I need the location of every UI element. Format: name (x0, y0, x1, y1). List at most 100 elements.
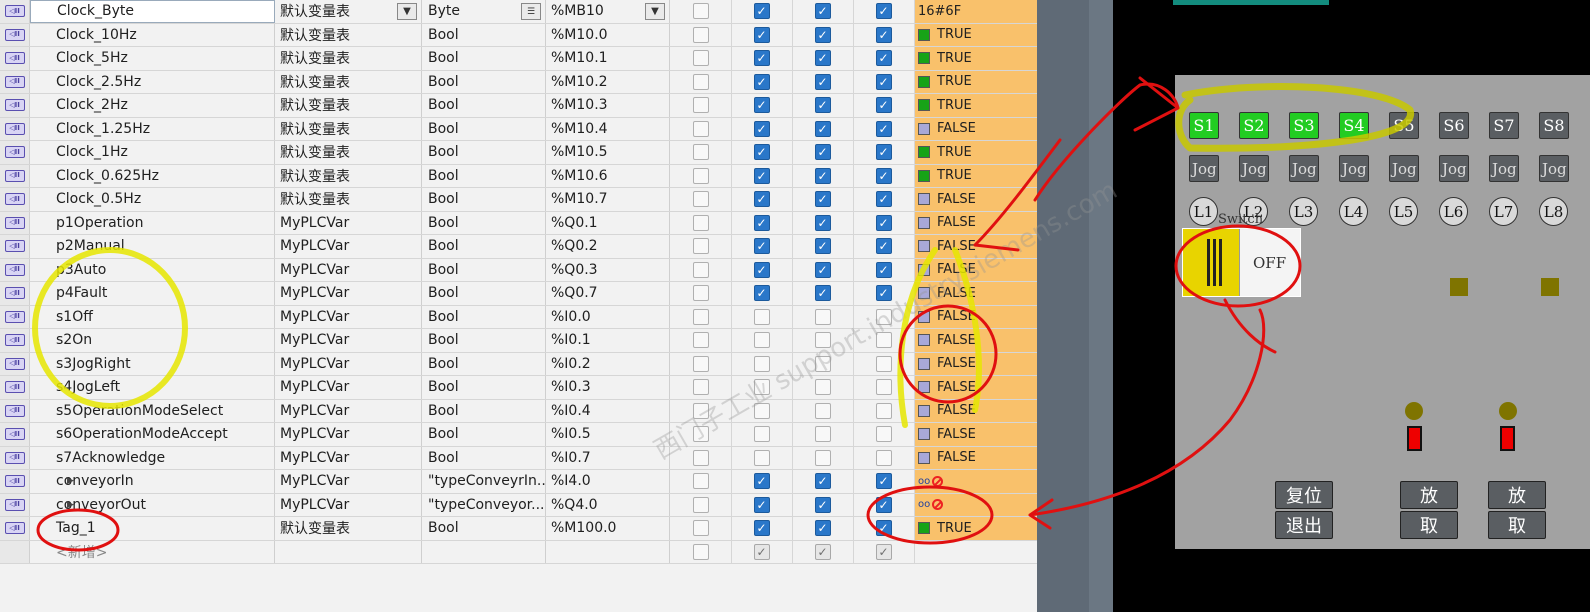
table-row[interactable]: ◁II ▶ conveyorOut MyPLCVar "typeConveyor...%… (0, 493, 1037, 517)
data-type-cell[interactable]: Bool (422, 446, 546, 469)
checkbox[interactable] (692, 543, 709, 560)
data-type-cell[interactable]: Bool (422, 23, 546, 46)
checkbox[interactable]: ✓ (875, 496, 892, 513)
checkbox[interactable]: ✓ (875, 26, 892, 43)
checkbox[interactable]: ✓ (875, 520, 892, 537)
address-cell[interactable]: %M10.1 (546, 47, 670, 70)
checkbox[interactable] (692, 73, 709, 90)
checkbox[interactable] (692, 120, 709, 137)
tag-table-cell[interactable]: MyPLCVar (275, 305, 422, 328)
tag-name-cell[interactable]: s7Acknowledge (30, 446, 275, 469)
data-type-cell[interactable]: Bool (422, 211, 546, 234)
data-type-cell[interactable]: Bool (422, 399, 546, 422)
checkbox[interactable]: ✓ (875, 238, 892, 255)
table-row-new[interactable]: <新增> ✓ ✓ ✓ (0, 540, 1037, 564)
tag-name-cell[interactable]: Clock_1Hz (30, 141, 275, 164)
checkbox[interactable]: ✓ (814, 543, 831, 560)
checkbox[interactable]: ✓ (875, 214, 892, 231)
checkbox[interactable]: ✓ (814, 261, 831, 278)
table-row[interactable]: ◁II s5OperationModeSelect MyPLCVar Bool %I0.… (0, 399, 1037, 423)
tag-table-cell[interactable]: 默认变量表 (275, 141, 422, 164)
data-type-cell[interactable]: Bool (422, 305, 546, 328)
data-type-cell[interactable]: Bool (422, 235, 546, 258)
dropdown-icon[interactable]: ▼ (645, 3, 665, 20)
tag-name-cell[interactable]: Clock_2.5Hz (30, 70, 275, 93)
data-type-cell[interactable]: Bool (422, 117, 546, 140)
address-cell[interactable]: %M10.6 (546, 164, 670, 187)
table-row[interactable]: ◁II s6OperationModeAccept MyPLCVar Bool %I0.… (0, 423, 1037, 447)
checkbox[interactable] (692, 261, 709, 278)
address-cell[interactable]: %I0.2 (546, 352, 670, 375)
checkbox[interactable]: ✓ (875, 120, 892, 137)
switch-button-s3[interactable]: S3 (1289, 112, 1319, 139)
address-cell[interactable]: %Q4.0 (546, 493, 670, 516)
switch-button-s6[interactable]: S6 (1439, 112, 1469, 139)
tag-table-cell[interactable]: MyPLCVar (275, 470, 422, 493)
table-row[interactable]: ◁II Tag_1 默认变量表 Bool %M100.0 ✓ ✓ ✓ TRUE (0, 517, 1037, 541)
jog-button[interactable]: Jog (1189, 155, 1219, 182)
data-type-cell[interactable]: Bool (422, 94, 546, 117)
checkbox[interactable]: ✓ (753, 120, 770, 137)
checkbox[interactable] (875, 355, 892, 372)
switch-button-s2[interactable]: S2 (1239, 112, 1269, 139)
tag-table-cell[interactable]: 默认变量表 (275, 47, 422, 70)
checkbox[interactable] (692, 238, 709, 255)
checkbox[interactable]: ✓ (875, 261, 892, 278)
checkbox[interactable] (692, 285, 709, 302)
table-row[interactable]: ◁II Clock_0.5Hz 默认变量表 Bool %M10.7 ✓ ✓ ✓ FALSE (0, 188, 1037, 212)
table-row[interactable]: ◁II Clock_Byte 默认变量表 ▼ Byte ☰ %MB10 ▼ ✓ ✓ ✓ 16#6F (0, 0, 1037, 24)
address-cell[interactable]: %M10.3 (546, 94, 670, 117)
checkbox[interactable] (692, 26, 709, 43)
control-button-bottom[interactable]: 退出 (1275, 511, 1333, 539)
address-cell[interactable]: %Q0.3 (546, 258, 670, 281)
splitter-bar[interactable] (1037, 0, 1089, 612)
jog-button[interactable]: Jog (1439, 155, 1469, 182)
checkbox[interactable]: ✓ (814, 473, 831, 490)
data-type-cell[interactable]: Bool (422, 282, 546, 305)
checkbox[interactable]: ✓ (814, 73, 831, 90)
checkbox[interactable]: ✓ (753, 473, 770, 490)
tag-name-cell[interactable]: s3JogRight (30, 352, 275, 375)
table-row[interactable]: ◁II Clock_2.5Hz 默认变量表 Bool %M10.2 ✓ ✓ ✓ TRUE (0, 70, 1037, 94)
dropdown-icon[interactable]: ▼ (397, 3, 417, 20)
tag-table-cell[interactable]: MyPLCVar (275, 211, 422, 234)
tag-name-cell[interactable]: s1Off (30, 305, 275, 328)
address-cell[interactable]: %Q0.2 (546, 235, 670, 258)
address-cell[interactable]: %I0.4 (546, 399, 670, 422)
address-cell[interactable]: %M100.0 (546, 517, 670, 540)
checkbox[interactable]: ✓ (814, 191, 831, 208)
checkbox[interactable]: ✓ (814, 50, 831, 67)
address-cell[interactable]: %M10.0 (546, 23, 670, 46)
switch-knob[interactable] (1183, 229, 1240, 296)
checkbox[interactable] (692, 167, 709, 184)
tag-name-cell[interactable]: ▶ conveyorOut (30, 493, 275, 516)
tag-name-cell[interactable]: Clock_2Hz (30, 94, 275, 117)
expand-arrow-icon[interactable]: ▶ (67, 500, 74, 510)
control-button-bottom[interactable]: 取 (1400, 511, 1458, 539)
checkbox[interactable]: ✓ (753, 496, 770, 513)
data-type-cell[interactable]: Bool (422, 141, 546, 164)
checkbox[interactable]: ✓ (753, 97, 770, 114)
checkbox[interactable]: ✓ (875, 473, 892, 490)
jog-button[interactable]: Jog (1489, 155, 1519, 182)
checkbox[interactable]: ✓ (753, 285, 770, 302)
address-cell[interactable]: %M10.7 (546, 188, 670, 211)
checkbox[interactable]: ✓ (753, 191, 770, 208)
switch-button-s1[interactable]: S1 (1189, 112, 1219, 139)
tag-table-cell[interactable]: MyPLCVar (275, 376, 422, 399)
table-row[interactable]: ◁II p1Operation MyPLCVar Bool %Q0.1 ✓ ✓ ✓ FALSE (0, 211, 1037, 235)
table-row[interactable]: ◁II s7Acknowledge MyPLCVar Bool %I0.7 FALSE (0, 446, 1037, 470)
table-row[interactable]: ◁II Clock_0.625Hz 默认变量表 Bool %M10.6 ✓ ✓ ✓ TRUE (0, 164, 1037, 188)
data-type-cell[interactable]: "typeConveyrIn... (422, 470, 546, 493)
address-cell[interactable]: %I0.7 (546, 446, 670, 469)
checkbox[interactable]: ✓ (814, 3, 831, 20)
checkbox[interactable] (753, 426, 770, 443)
control-button-bottom[interactable]: 取 (1488, 511, 1546, 539)
address-cell[interactable]: %Q0.7 (546, 282, 670, 305)
mode-switch[interactable]: OFF (1182, 228, 1301, 297)
checkbox[interactable] (692, 144, 709, 161)
checkbox[interactable]: ✓ (814, 167, 831, 184)
table-row[interactable]: ◁II ▶ conveyorIn MyPLCVar "typeConveyrIn...%… (0, 470, 1037, 494)
checkbox[interactable] (692, 97, 709, 114)
checkbox[interactable] (692, 3, 709, 20)
